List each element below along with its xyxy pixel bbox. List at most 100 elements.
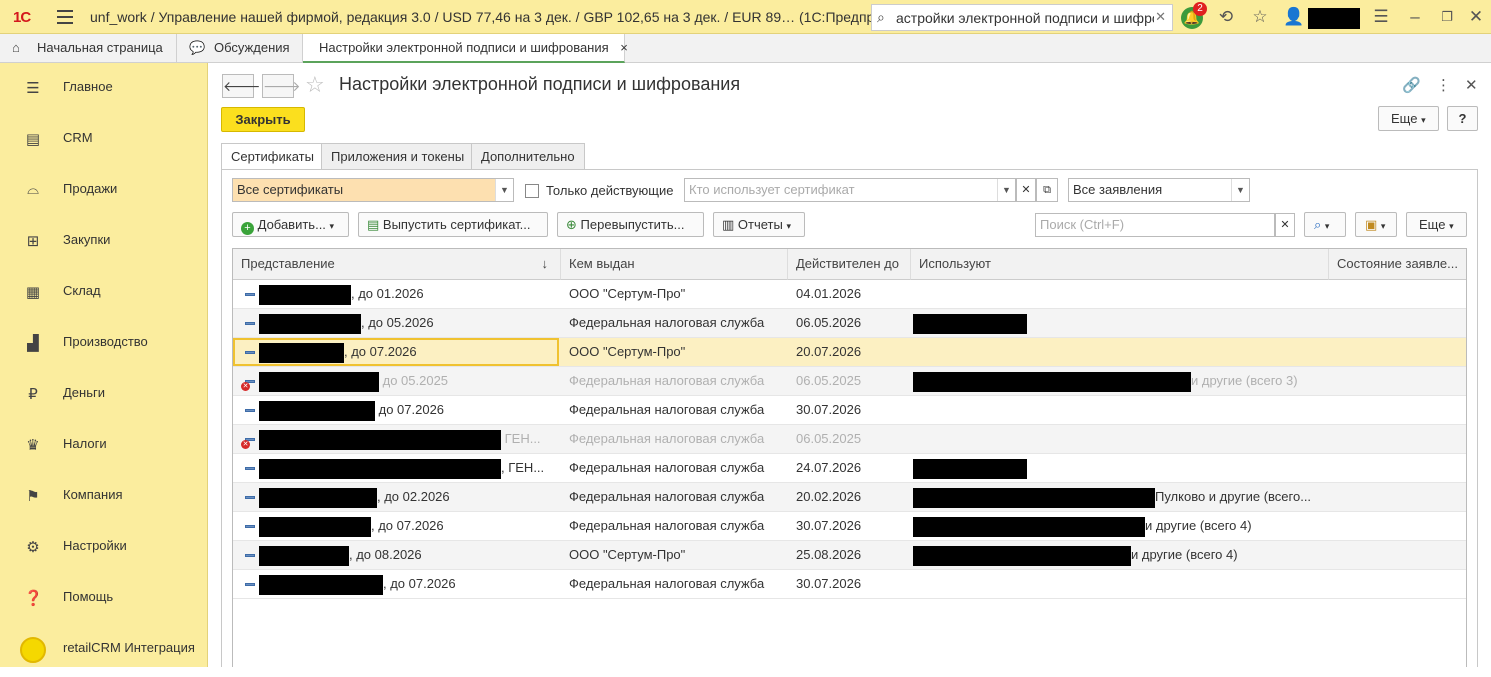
favorite-star-icon[interactable]: ☆ bbox=[305, 72, 325, 98]
tab-apps-tokens[interactable]: Приложения и токены bbox=[321, 143, 475, 170]
cell-presentation: , до 08.2026 bbox=[259, 541, 557, 569]
add-icon: + bbox=[241, 222, 254, 235]
grid-search-input[interactable]: Поиск (Ctrl+F) bbox=[1035, 213, 1275, 237]
cell-text: , до 07.2026 bbox=[344, 344, 417, 359]
sidebar-item-money[interactable]: ₽ Деньги bbox=[0, 371, 208, 422]
tab-close-icon[interactable]: × bbox=[620, 40, 628, 55]
sidebar-item-label: Производство bbox=[63, 334, 148, 349]
sidebar-item-purchases[interactable]: ⊞ Закупки bbox=[0, 218, 208, 269]
cell-application-state bbox=[1337, 367, 1462, 395]
table-row[interactable]: , до 01.2026 ООО "Сертум-Про" 04.01.2026 bbox=[233, 280, 1466, 309]
favorites-icon[interactable]: ☆ bbox=[1249, 6, 1271, 28]
tab-home[interactable]: ⌂ Начальная страница bbox=[0, 34, 177, 63]
column-header-issuer[interactable]: Кем выдан bbox=[561, 249, 788, 280]
back-button[interactable]: 🡐 bbox=[222, 74, 261, 98]
cell-valid-until: 30.07.2026 bbox=[796, 402, 862, 417]
clear-search-icon[interactable]: ✕ bbox=[1155, 9, 1166, 25]
tab-discussions[interactable]: 💬 Обсуждения bbox=[177, 34, 303, 63]
cell-used-by bbox=[913, 570, 1327, 598]
close-button[interactable]: Закрыть bbox=[221, 107, 305, 132]
window-close-icon[interactable]: ✕ bbox=[1465, 6, 1487, 28]
main-menu-icon[interactable] bbox=[57, 10, 73, 24]
help-button[interactable]: ? bbox=[1447, 106, 1478, 131]
sidebar-item-sales[interactable]: ⌓ Продажи bbox=[0, 167, 208, 218]
crm-icon: ▤ bbox=[25, 131, 41, 148]
global-search-input[interactable]: ⌕ астройки электронной подписи и шифрова… bbox=[871, 4, 1173, 31]
maximize-icon[interactable]: ❐ bbox=[1436, 6, 1458, 28]
applications-filter-value: Все заявления bbox=[1073, 182, 1163, 197]
user-name-redacted bbox=[1308, 8, 1360, 29]
reissue-button[interactable]: ⊕ Перевыпустить... bbox=[557, 212, 704, 237]
user-icon[interactable]: 👤 bbox=[1283, 6, 1305, 28]
column-header-application-state[interactable]: Состояние заявле... bbox=[1329, 249, 1466, 280]
search-icon: ⌕ bbox=[877, 9, 885, 25]
sidebar-item-warehouse[interactable]: ▦ Склад bbox=[0, 269, 208, 320]
cell-text: ГЕН... bbox=[501, 431, 541, 446]
grid-more-button[interactable]: Еще ▾ bbox=[1406, 212, 1467, 237]
forward-button[interactable]: 🡒 bbox=[262, 74, 301, 98]
table-row[interactable]: , до 07.2026 Федеральная налоговая служба… bbox=[233, 512, 1466, 541]
open-icon[interactable]: ⧉ bbox=[1036, 178, 1058, 202]
search-button[interactable]: ⌕ ▾ bbox=[1304, 212, 1346, 237]
reissue-label: Перевыпустить... bbox=[580, 217, 685, 232]
sidebar-item-company[interactable]: ⚑ Компания bbox=[0, 473, 208, 524]
tab-additional[interactable]: Дополнительно bbox=[471, 143, 585, 170]
more-vertical-icon[interactable]: ⋮ bbox=[1436, 76, 1451, 94]
table-row[interactable]: , до 07.2026 ООО "Сертум-Про" 20.07.2026 bbox=[233, 338, 1466, 367]
tab-certificates[interactable]: Сертификаты bbox=[221, 143, 324, 170]
sidebar-item-settings[interactable]: ⚙ Настройки bbox=[0, 524, 208, 575]
title-bar: 1С unf_work / Управление нашей фирмой, р… bbox=[0, 0, 1491, 34]
table-row[interactable]: ✕ до 05.2025 Федеральная налоговая служба… bbox=[233, 367, 1466, 396]
cell-issuer: Федеральная налоговая служба bbox=[569, 315, 765, 330]
table-row[interactable]: , до 07.2026 Федеральная налоговая служба… bbox=[233, 570, 1466, 599]
table-row[interactable]: , до 08.2026 ООО "Сертум-Про" 25.08.2026 и … bbox=[233, 541, 1466, 570]
who-uses-placeholder: Кто использует сертификат bbox=[689, 182, 855, 197]
certificate-filter-value: Все сертификаты bbox=[237, 182, 344, 197]
redacted-block bbox=[913, 487, 1155, 508]
table-row[interactable]: , до 05.2026 Федеральная налоговая служба… bbox=[233, 309, 1466, 338]
only-valid-checkbox[interactable] bbox=[525, 184, 539, 198]
sidebar-item-help[interactable]: ❓ Помощь bbox=[0, 575, 208, 626]
issue-certificate-button[interactable]: ▤ Выпустить сертификат... bbox=[358, 212, 548, 237]
form-close-icon[interactable]: ✕ bbox=[1465, 76, 1478, 94]
more-button[interactable]: Еще ▾ bbox=[1378, 106, 1439, 131]
clear-icon[interactable]: ✕ bbox=[1016, 178, 1036, 202]
eagle-icon: ♛ bbox=[26, 437, 40, 454]
cell-presentation: , до 07.2026 bbox=[259, 338, 557, 366]
gear-icon: ⚙ bbox=[26, 539, 40, 556]
minimize-icon[interactable]: – bbox=[1404, 6, 1426, 28]
redacted-block bbox=[913, 313, 1027, 334]
sidebar-item-crm[interactable]: ▤ CRM bbox=[0, 116, 208, 167]
certificate-filter-select[interactable]: Все сертификаты ▼ bbox=[232, 178, 514, 202]
who-uses-input[interactable]: Кто использует сертификат ▼ bbox=[684, 178, 1016, 202]
clear-search-icon[interactable]: ✕ bbox=[1275, 213, 1295, 237]
sidebar-item-main[interactable]: ☰ Главное bbox=[0, 65, 208, 116]
table-row[interactable]: , ГЕН... Федеральная налоговая служба 24.0… bbox=[233, 454, 1466, 483]
column-header-presentation[interactable]: Представление ↓ bbox=[233, 249, 561, 280]
search-history-button[interactable]: ▣ ▾ bbox=[1355, 212, 1397, 237]
table-row[interactable]: до 07.2026 Федеральная налоговая служба 30… bbox=[233, 396, 1466, 425]
history-icon[interactable]: ⟲ bbox=[1215, 6, 1237, 28]
factory-icon: ▟ bbox=[27, 335, 39, 352]
sidebar-item-production[interactable]: ▟ Производство bbox=[0, 320, 208, 371]
add-button[interactable]: + Добавить... ▾ bbox=[232, 212, 349, 237]
link-icon[interactable]: 🔗 bbox=[1402, 76, 1421, 94]
reports-button[interactable]: ▥ Отчеты ▾ bbox=[713, 212, 805, 237]
tab-signature-settings[interactable]: Настройки электронной подписи и шифрован… bbox=[303, 34, 628, 63]
sidebar-item-taxes[interactable]: ♛ Налоги bbox=[0, 422, 208, 473]
column-header-used-by[interactable]: Используют bbox=[911, 249, 1329, 280]
reports-label: Отчеты bbox=[737, 217, 783, 232]
cell-text: до 05.2025 bbox=[379, 373, 449, 388]
certificate-icon bbox=[245, 554, 255, 557]
chevron-down-icon[interactable]: ▼ bbox=[997, 179, 1015, 201]
chevron-down-icon: ▼ bbox=[1231, 179, 1249, 201]
sidebar-item-retailcrm[interactable]: retailCRM Интеграция bbox=[0, 626, 208, 677]
settings-menu-icon[interactable]: ☰ bbox=[1370, 6, 1392, 28]
grid-more-label: Еще bbox=[1419, 217, 1446, 232]
table-row[interactable]: ✕ ГЕН... Федеральная налоговая служба 06.0… bbox=[233, 425, 1466, 454]
table-row[interactable]: , до 02.2026 Федеральная налоговая служба… bbox=[233, 483, 1466, 512]
applications-filter-select[interactable]: Все заявления ▼ bbox=[1068, 178, 1250, 202]
cell-used-by bbox=[913, 338, 1327, 366]
notification-count-badge: 2 bbox=[1193, 2, 1207, 16]
column-header-valid-until[interactable]: Действителен до bbox=[788, 249, 911, 280]
